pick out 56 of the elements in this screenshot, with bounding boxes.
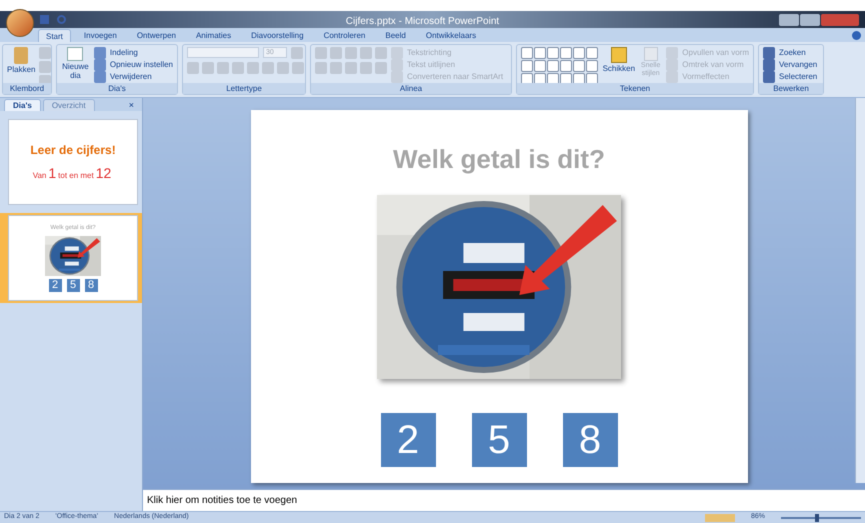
shape-icon	[586, 60, 598, 72]
answer-tile: 5	[66, 279, 80, 292]
paste-button[interactable]: Plakken	[7, 47, 36, 83]
ribbon-tab[interactable]: Ontwerpen	[130, 29, 183, 42]
arrange-button[interactable]: Schikken	[602, 47, 636, 83]
ribbon-tab[interactable]: Ontwikkelaars	[418, 29, 484, 42]
notes-field[interactable]: Klik hier om notities toe te voegen	[143, 489, 865, 511]
answer-tile: 2	[380, 413, 436, 467]
group-label: Alinea	[400, 83, 422, 94]
shape-icon	[521, 60, 533, 72]
shape-icon	[560, 47, 572, 59]
shape-icon	[573, 47, 586, 59]
group-label: Bewerken	[773, 83, 809, 94]
font-field[interactable]	[187, 47, 259, 58]
ribbon-tab[interactable]: Start	[38, 29, 71, 42]
minimize-button[interactable]	[779, 14, 799, 26]
shape-icon	[521, 47, 533, 59]
group-label: Lettertype	[226, 83, 262, 94]
close-button[interactable]: ×	[128, 99, 134, 111]
zoom-slider[interactable]	[781, 514, 861, 522]
group-label: Klembord	[10, 83, 44, 94]
shape-icon	[560, 60, 572, 72]
maximize-button[interactable]	[800, 14, 820, 26]
shape-icon	[547, 47, 560, 59]
group-label: Tekenen	[620, 83, 650, 94]
ribbon-button[interactable]: Verwijderen	[94, 71, 152, 83]
ribbon-button[interactable]: Zoeken	[763, 47, 806, 59]
scrollbar[interactable]	[855, 98, 865, 483]
slide-title: Welk getal is dit?	[393, 143, 605, 176]
thumbnail-subtitle: Van 1 tot en met 12	[32, 164, 112, 182]
new-slide-button[interactable]: Nieuwe dia	[61, 47, 90, 83]
ribbon-tab[interactable]: Invoegen	[76, 29, 124, 42]
ribbon-button[interactable]: Opnieuw instellen	[94, 59, 173, 71]
answer-tile: 2	[48, 279, 62, 292]
ribbon-tab[interactable]: Controleren	[316, 29, 372, 42]
zoom-thumb[interactable]	[815, 514, 819, 522]
panel-tab[interactable]: Dia's	[4, 99, 41, 111]
answer-tile: 8	[84, 279, 98, 292]
shape-icon	[534, 60, 546, 72]
ribbon-button[interactable]: Indeling	[94, 47, 138, 59]
shape-icon	[586, 47, 598, 59]
thumbnail-title: Leer de cijfers!	[30, 142, 116, 158]
shape-icon	[573, 60, 586, 72]
answer-tile: 5	[472, 413, 526, 467]
slide-icon	[67, 47, 84, 61]
close-button[interactable]	[821, 14, 859, 26]
ribbon-tab[interactable]: Diavoorstelling	[244, 29, 311, 42]
group-label: Dia's	[108, 83, 126, 94]
answer-tile: 8	[562, 413, 618, 467]
ribbon-tab[interactable]: Beeld	[378, 29, 413, 42]
shape-icon	[534, 47, 546, 59]
window-title: Cijfers.pptx - Microsoft PowerPoint	[346, 16, 500, 26]
ribbon-button[interactable]: Vervangen	[763, 59, 818, 71]
shape-icon	[547, 60, 560, 72]
ribbon-tab[interactable]: Animaties	[188, 29, 238, 42]
ribbon-button[interactable]: Selecteren	[763, 71, 818, 83]
